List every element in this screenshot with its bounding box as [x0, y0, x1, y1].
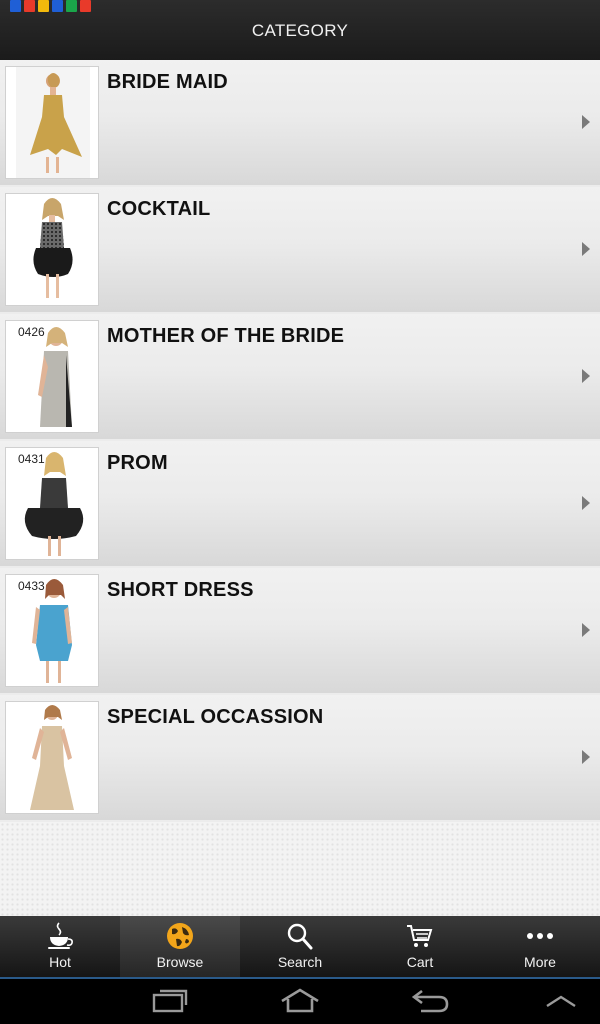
more-dots-icon: [527, 933, 553, 939]
dress-thumbnail: 0431: [5, 447, 99, 560]
category-row-prom[interactable]: 0431 PROM: [0, 441, 600, 566]
dress-image: [6, 194, 98, 305]
category-row-special-occassion[interactable]: SPECIAL OCCASSION: [0, 695, 600, 820]
tab-label: More: [524, 954, 556, 970]
system-nav-bar: [0, 979, 600, 1024]
search-icon: [287, 923, 313, 950]
empty-list-background: [0, 822, 600, 916]
coffee-cup-icon: [48, 922, 73, 949]
tab-label: Search: [277, 954, 323, 970]
tab-label: Cart: [406, 954, 434, 970]
dress-shape: [33, 248, 73, 277]
status-dot: [38, 0, 49, 12]
category-list: BRIDE MAID COCKTAIL 0426 MOTHER OF THE B…: [0, 60, 600, 822]
page-title: CATEGORY: [251, 21, 349, 40]
tab-more[interactable]: More: [480, 916, 600, 977]
dress-image: [6, 702, 98, 813]
dress-thumbnail: 0433: [5, 574, 99, 687]
bottom-tab-bar: Hot Browse Search Cart More: [0, 916, 600, 979]
category-label: SHORT DRESS: [107, 579, 254, 601]
product-code: 0431: [18, 452, 45, 466]
recent-apps-icon[interactable]: [150, 987, 190, 1015]
category-label: PROM: [107, 452, 168, 474]
dress-image: [6, 67, 98, 178]
app-header: CATEGORY: [0, 0, 600, 60]
product-code: 0433: [18, 579, 45, 593]
chevron-right-icon: [582, 623, 590, 637]
dress-thumbnail: [5, 701, 99, 814]
status-dot: [52, 0, 63, 12]
tab-search[interactable]: Search: [240, 916, 360, 977]
category-row-bride-maid[interactable]: BRIDE MAID: [0, 60, 600, 185]
category-row-mother-of-the-bride[interactable]: 0426 MOTHER OF THE BRIDE: [0, 314, 600, 439]
tab-label: Browse: [156, 954, 204, 970]
status-dot: [66, 0, 77, 12]
category-row-short-dress[interactable]: 0433 SHORT DRESS: [0, 568, 600, 693]
chevron-right-icon: [582, 115, 590, 129]
chevron-right-icon: [582, 496, 590, 510]
status-dot: [24, 0, 35, 12]
back-icon[interactable]: [410, 987, 452, 1015]
chevron-right-icon: [582, 242, 590, 256]
chevron-right-icon: [582, 369, 590, 383]
tab-label: Hot: [49, 954, 71, 970]
category-label: MOTHER OF THE BRIDE: [107, 325, 345, 347]
cart-icon: [407, 925, 433, 947]
category-label: COCKTAIL: [107, 198, 211, 220]
dress-thumbnail: [5, 193, 99, 306]
tab-hot[interactable]: Hot: [0, 916, 120, 977]
dress-thumbnail: 0426: [5, 320, 99, 433]
dress-thumbnail: [5, 66, 99, 179]
tab-browse[interactable]: Browse: [120, 916, 240, 977]
chevron-right-icon: [582, 750, 590, 764]
globe-icon: [167, 923, 193, 949]
tab-cart[interactable]: Cart: [360, 916, 480, 977]
dress-shape: [24, 508, 84, 539]
status-dot: [80, 0, 91, 12]
category-label: BRIDE MAID: [107, 71, 228, 93]
category-row-cocktail[interactable]: COCKTAIL: [0, 187, 600, 312]
status-dot: [10, 0, 21, 12]
home-icon[interactable]: [278, 987, 322, 1015]
up-chevron-icon[interactable]: [544, 993, 578, 1009]
product-code: 0426: [18, 325, 45, 339]
category-label: SPECIAL OCCASSION: [107, 706, 324, 728]
